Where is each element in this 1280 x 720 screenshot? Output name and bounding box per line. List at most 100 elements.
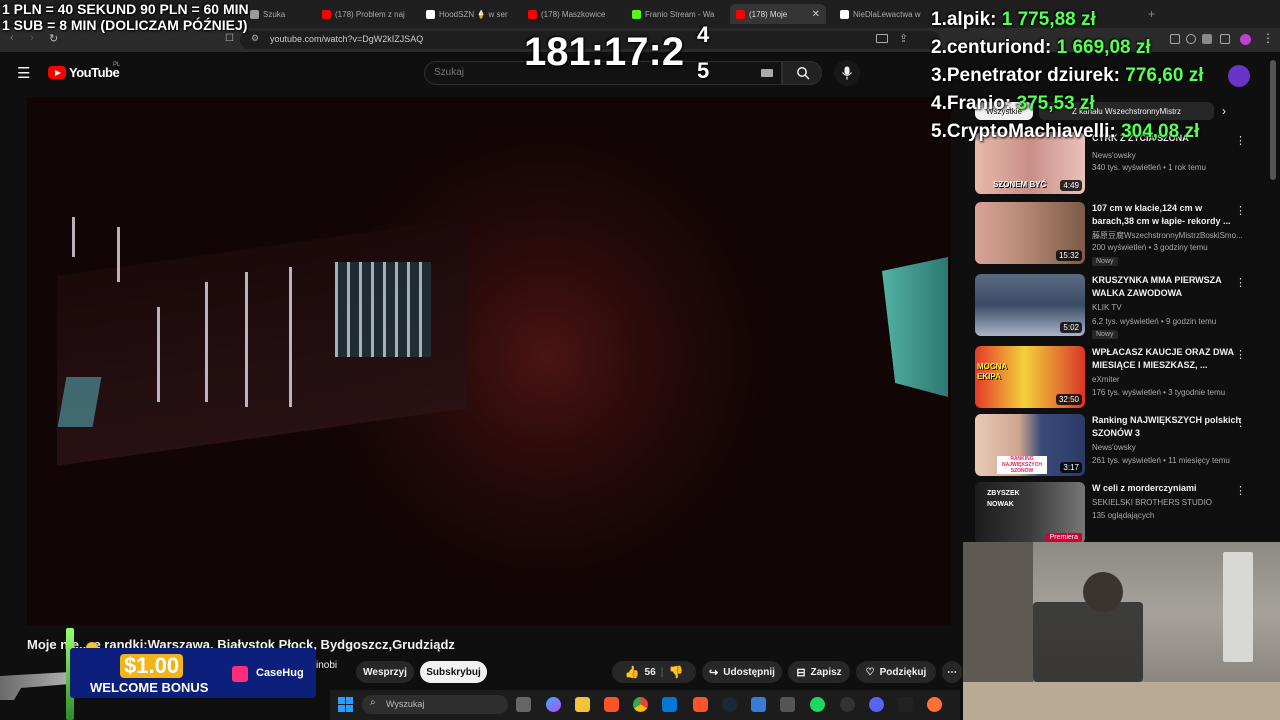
list-item[interactable]: 15:32 107 cm w klacie,124 cm w barach,38… [975,202,1270,270]
list-item[interactable]: ZBYSZEK NOWAK Premiera W celi z mordercz… [975,482,1270,544]
share-button[interactable]: ↪ Udostępnij [702,661,782,683]
store-icon[interactable] [662,697,677,712]
firefox-icon[interactable] [927,697,942,712]
kebab-menu-icon[interactable]: ⋮ [1235,276,1246,289]
leaderboard-rank: 3. [931,65,947,86]
browser-tab[interactable]: (178) Maszkowice [528,4,620,24]
video-light-stripe [289,267,292,407]
video-meta: 261 tys. wyświetleń • 11 miesięcy temu [1092,456,1230,465]
microphone-icon [842,66,852,80]
support-button[interactable]: Wesprzyj [356,661,414,683]
browser-tab[interactable]: (178) Problem z naj [322,4,417,24]
windows-start-icon[interactable] [338,697,353,712]
forward-icon[interactable]: › [30,32,34,44]
video-player[interactable] [27,97,951,625]
share-page-icon[interactable]: ⇪ [899,32,908,45]
profile-icon[interactable] [1240,34,1251,45]
search-button[interactable] [782,61,822,85]
brave-icon[interactable] [693,697,708,712]
duration-badge: 15:32 [1055,250,1082,261]
list-item[interactable]: RANKING NAJWIĘKSZYCH SZONÓW 3:17 Ranking… [975,414,1270,478]
scrollbar[interactable] [1270,60,1276,180]
channel-name: News'owsky [1092,443,1136,452]
video-title: Ranking NAJWIĘKSZYCH polskich SZONÓW 3 [1092,415,1242,438]
video-meta: 176 tys. wyświetleń • 3 tygodnie temu [1092,388,1226,397]
task-view-icon[interactable] [516,697,531,712]
kebab-menu-icon[interactable]: ⋮ [1235,134,1246,147]
extension-icon[interactable] [1220,34,1230,44]
notepad-icon[interactable] [751,697,766,712]
kebab-menu-icon[interactable]: ⋮ [1235,204,1246,217]
calculator-icon[interactable] [780,697,795,712]
video-thumbnail[interactable]: 15:32 [975,202,1085,264]
thumbs-down-icon[interactable]: 👎 [668,665,683,679]
video-meta: 340 tys. wyświetleń • 1 rok temu [1092,163,1206,172]
list-item[interactable]: 5:02 KRUSZYNKA MMA PIERWSZA WALKA ZAWODO… [975,274,1270,342]
extension-icon[interactable] [1186,34,1196,44]
new-badge: Nowy [1092,330,1118,339]
subscribe-button[interactable]: Subskrybuj [420,661,487,683]
kebab-menu-icon[interactable]: ⋮ [1235,416,1246,429]
youtube-favicon-icon [528,9,537,19]
video-thumbnail[interactable]: 5:02 [975,274,1085,336]
new-tab-icon[interactable]: + [1148,7,1155,21]
kebab-menu-icon[interactable]: ⋮ [1235,348,1246,361]
copilot-icon[interactable] [546,697,561,712]
save-button[interactable]: ⊟ Zapisz [788,661,850,683]
voice-search-button[interactable] [834,60,860,86]
browser-tab[interactable]: Franio Stream - Wa [632,4,727,24]
close-tab-icon[interactable]: ✕ [812,9,820,20]
thanks-button[interactable]: ♡ Podziękuj [856,661,936,683]
thumbnail-text: MOCNA EKIPA [977,362,1007,381]
list-item[interactable]: MOCNA EKIPA 32:50 WPŁACASZ KAUCJE ORAZ D… [975,346,1270,410]
steam-icon[interactable] [722,697,737,712]
browser-tab[interactable]: NieDlaLewactwa w [840,4,930,24]
channel-name[interactable]: inobi [316,660,337,671]
app-icon[interactable] [810,697,825,712]
app-icon[interactable] [840,697,855,712]
youtube-favicon-icon [736,9,745,19]
browser-menu-icon[interactable]: ⋮ [1262,31,1274,45]
bookmark-icon[interactable]: ☐ [225,33,234,44]
extension-icon[interactable] [1202,34,1212,44]
app-icon[interactable] [898,697,913,712]
rate-info-line: 1 SUB = 8 MIN (DOLICZAM PÓŹNIEJ) [2,17,248,33]
youtube-logo-text[interactable]: YouTube [69,65,120,80]
chevron-right-icon[interactable]: › [1222,104,1226,118]
divider: | [660,666,664,678]
browser-tab[interactable]: Szuka [250,4,310,24]
thumbs-up-icon[interactable]: 👍 [625,665,640,679]
browser-tab[interactable]: HoodSZN 🍦 w ser [426,4,518,24]
webcam-chair [1033,602,1143,682]
discord-icon[interactable] [869,697,884,712]
avatar[interactable] [1228,65,1250,87]
file-explorer-icon[interactable] [575,697,590,712]
channel-name: eXmiter [1092,375,1120,384]
video-thumbnail[interactable]: RANKING NAJWIĘKSZYCH SZONÓW 3:17 [975,414,1085,476]
video-thumbnail[interactable]: MOCNA EKIPA 32:50 [975,346,1085,408]
like-count[interactable]: 56 [645,667,656,678]
leaderboard-name: alpik: [946,9,997,30]
kebab-menu-icon[interactable]: ⋮ [1235,484,1246,497]
taskbar-search-input[interactable] [362,695,508,714]
webcam-person [1083,572,1123,612]
install-icon[interactable] [876,34,888,43]
countdown-rolling-digit: 5 [697,58,710,83]
extension-icon[interactable] [1170,34,1180,44]
browser-tab-active[interactable]: (178) Moje ✕ [730,4,826,24]
share-icon: ↪ [709,666,719,679]
site-info-icon[interactable]: ⚙ [251,33,259,44]
leaderboard-amount: 776,60 zł [1125,65,1204,86]
hamburger-menu-icon[interactable]: ☰ [17,64,30,82]
youtube-logo-icon[interactable] [48,66,66,79]
chrome-icon[interactable] [633,697,648,712]
keyboard-icon[interactable] [761,69,773,77]
video-thumbnail[interactable]: ZBYSZEK NOWAK Premiera [975,482,1085,544]
brave-icon[interactable] [604,697,619,712]
channel-name: SEKIELSKI BROTHERS STUDIO [1092,498,1213,507]
search-icon [797,67,810,80]
more-actions-button[interactable]: ⋯ [942,661,962,683]
back-icon[interactable]: ‹ [10,32,14,44]
reload-icon[interactable]: ↻ [49,32,58,45]
leaderboard-row: 4.Franio: 375,53 zł [931,93,1095,115]
